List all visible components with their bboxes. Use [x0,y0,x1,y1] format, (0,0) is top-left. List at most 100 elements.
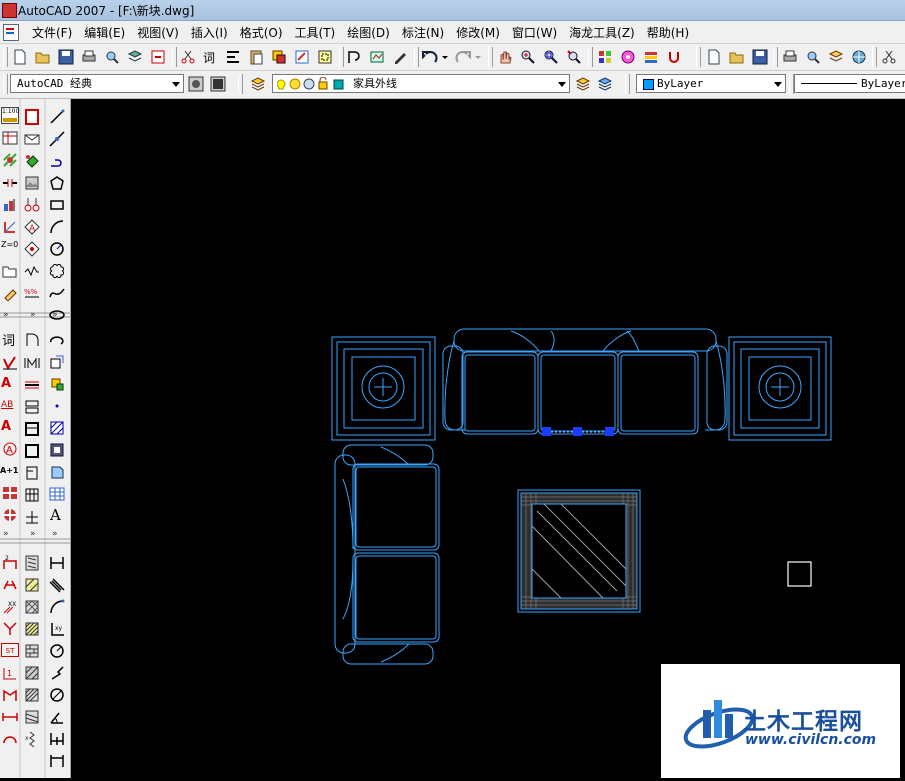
text-ab-icon[interactable]: AB [1,397,17,413]
pendant-icon[interactable] [24,197,40,213]
scale-icon[interactable]: 1:100 [1,107,19,124]
dim-baseline-2-icon[interactable] [49,753,65,769]
end-table-left[interactable] [331,336,436,441]
draw-polyline-icon[interactable] [49,153,65,169]
text-increment-icon[interactable]: A+1 [0,463,20,479]
block-editor-icon[interactable] [294,49,310,65]
eraser-icon[interactable] [2,285,18,301]
fill-icon[interactable] [24,153,40,169]
text-check-icon[interactable] [2,355,18,371]
attribute-icon[interactable]: A [24,219,40,235]
workspace-dropdown[interactable]: AutoCAD 经典 [10,74,184,93]
paste-icon[interactable] [248,49,264,65]
menu-file[interactable]: 文件(F) [26,24,78,41]
layer-manager-icon[interactable] [250,76,266,92]
polyline-icon[interactable] [24,332,40,348]
design-center-icon[interactable] [620,49,636,65]
grid-table-icon[interactable] [24,487,40,503]
menu-insert[interactable]: 插入(I) [185,24,234,41]
pencil-icon[interactable] [392,49,408,65]
color-control-dropdown[interactable]: ByLayer [636,74,786,93]
door-icon[interactable] [24,465,40,481]
block-authoring-icon[interactable] [317,49,333,65]
menu-window[interactable]: 窗口(W) [506,24,563,41]
menu-hailong-tools[interactable]: 海龙工具(Z) [563,24,641,41]
dim-linear-icon[interactable]: 2 [2,555,18,571]
menu-tools[interactable]: 工具(T) [289,24,342,41]
coffee-table[interactable] [517,489,641,613]
layer-previous-icon[interactable] [597,76,613,92]
hatch-brick-icon[interactable] [24,643,40,659]
toolbar-grip[interactable] [238,74,243,94]
dim-radius-circle-icon[interactable] [49,643,65,659]
new-file-icon[interactable] [706,49,722,65]
hatch-diagonal-icon[interactable] [24,577,40,593]
match-properties-icon[interactable] [271,49,287,65]
gradient-icon[interactable] [49,442,65,458]
mv-text-icon[interactable] [24,355,40,371]
point-icon[interactable] [49,398,65,414]
spline-icon[interactable] [49,285,65,301]
envelope-icon[interactable] [24,131,40,147]
construction-line-icon[interactable] [49,131,65,147]
dim-aligned-icon[interactable] [2,577,18,593]
stretch-icon[interactable] [2,219,18,235]
text-circle-icon[interactable]: A [2,441,18,457]
table-insert-icon[interactable] [49,486,65,502]
tool-palettes-icon[interactable] [643,49,659,65]
make-block-icon[interactable] [49,376,65,392]
dim-ordinate-xy-icon[interactable]: xy [49,621,65,637]
hatch-earth-icon[interactable] [24,687,40,703]
frame-icon[interactable] [24,421,40,437]
target-icon[interactable] [2,507,18,523]
properties-icon[interactable] [597,49,613,65]
insert-table-icon[interactable] [2,485,18,501]
plot-preview-icon[interactable] [805,49,821,65]
dim-radius-icon[interactable] [2,621,18,637]
dim-continue-icon[interactable] [2,687,18,703]
new-file-icon[interactable] [12,49,28,65]
rectangle-icon[interactable] [49,197,65,213]
polygon-icon[interactable] [49,175,65,191]
cut-icon[interactable] [881,49,897,65]
zoom-window-icon[interactable] [543,49,559,65]
text-style-icon[interactable]: 词 [2,332,18,348]
copy-text-icon[interactable]: 词 [202,49,218,65]
dim-ordinate-icon[interactable]: XX [2,599,18,615]
zoom-realtime-icon[interactable] [520,49,536,65]
sofa-two-seat[interactable] [334,444,440,665]
print-icon[interactable] [782,49,798,65]
hatch-edit-icon[interactable] [2,152,18,168]
sofa-three-seat[interactable] [442,328,728,435]
menu-edit[interactable]: 编辑(E) [78,24,131,41]
insert-block-icon[interactable] [49,354,65,370]
menu-help[interactable]: 帮助(H) [641,24,695,41]
menu-dimension[interactable]: 标注(N) [396,24,450,41]
insert-point-icon[interactable] [24,241,40,257]
hatch-solid-icon[interactable] [24,621,40,637]
undo-icon[interactable] [422,49,438,65]
publish-icon[interactable] [127,49,143,65]
open-file-icon[interactable] [35,49,51,65]
box-icon[interactable] [24,443,40,459]
text-edit-icon[interactable]: A [1,419,17,435]
hatch-cross-icon[interactable] [24,599,40,615]
toolbar-grip[interactable] [3,74,8,94]
menu-modify[interactable]: 修改(M) [450,24,506,41]
open-file-icon[interactable] [729,49,745,65]
dim-baseline-icon[interactable]: 1 [2,665,18,681]
redo-dropdown-icon[interactable] [474,49,482,65]
dim-jogged-icon[interactable] [49,665,65,681]
layer-dropdown[interactable]: 家具外线 [272,74,570,93]
publish-icon[interactable] [828,49,844,65]
line-icon[interactable] [24,377,40,393]
multiline-text-icon[interactable]: A [50,507,66,523]
zoom-previous-icon[interactable] [566,49,582,65]
dim-slanted-icon[interactable] [49,577,65,593]
toolbar-grip[interactable] [625,74,630,94]
document-icon[interactable] [3,24,19,41]
dim-angular-icon[interactable] [49,709,65,725]
text-a-icon[interactable]: A [1,376,17,392]
dim-arc-length-icon[interactable] [49,599,65,615]
toolbar-grip[interactable] [696,47,701,67]
